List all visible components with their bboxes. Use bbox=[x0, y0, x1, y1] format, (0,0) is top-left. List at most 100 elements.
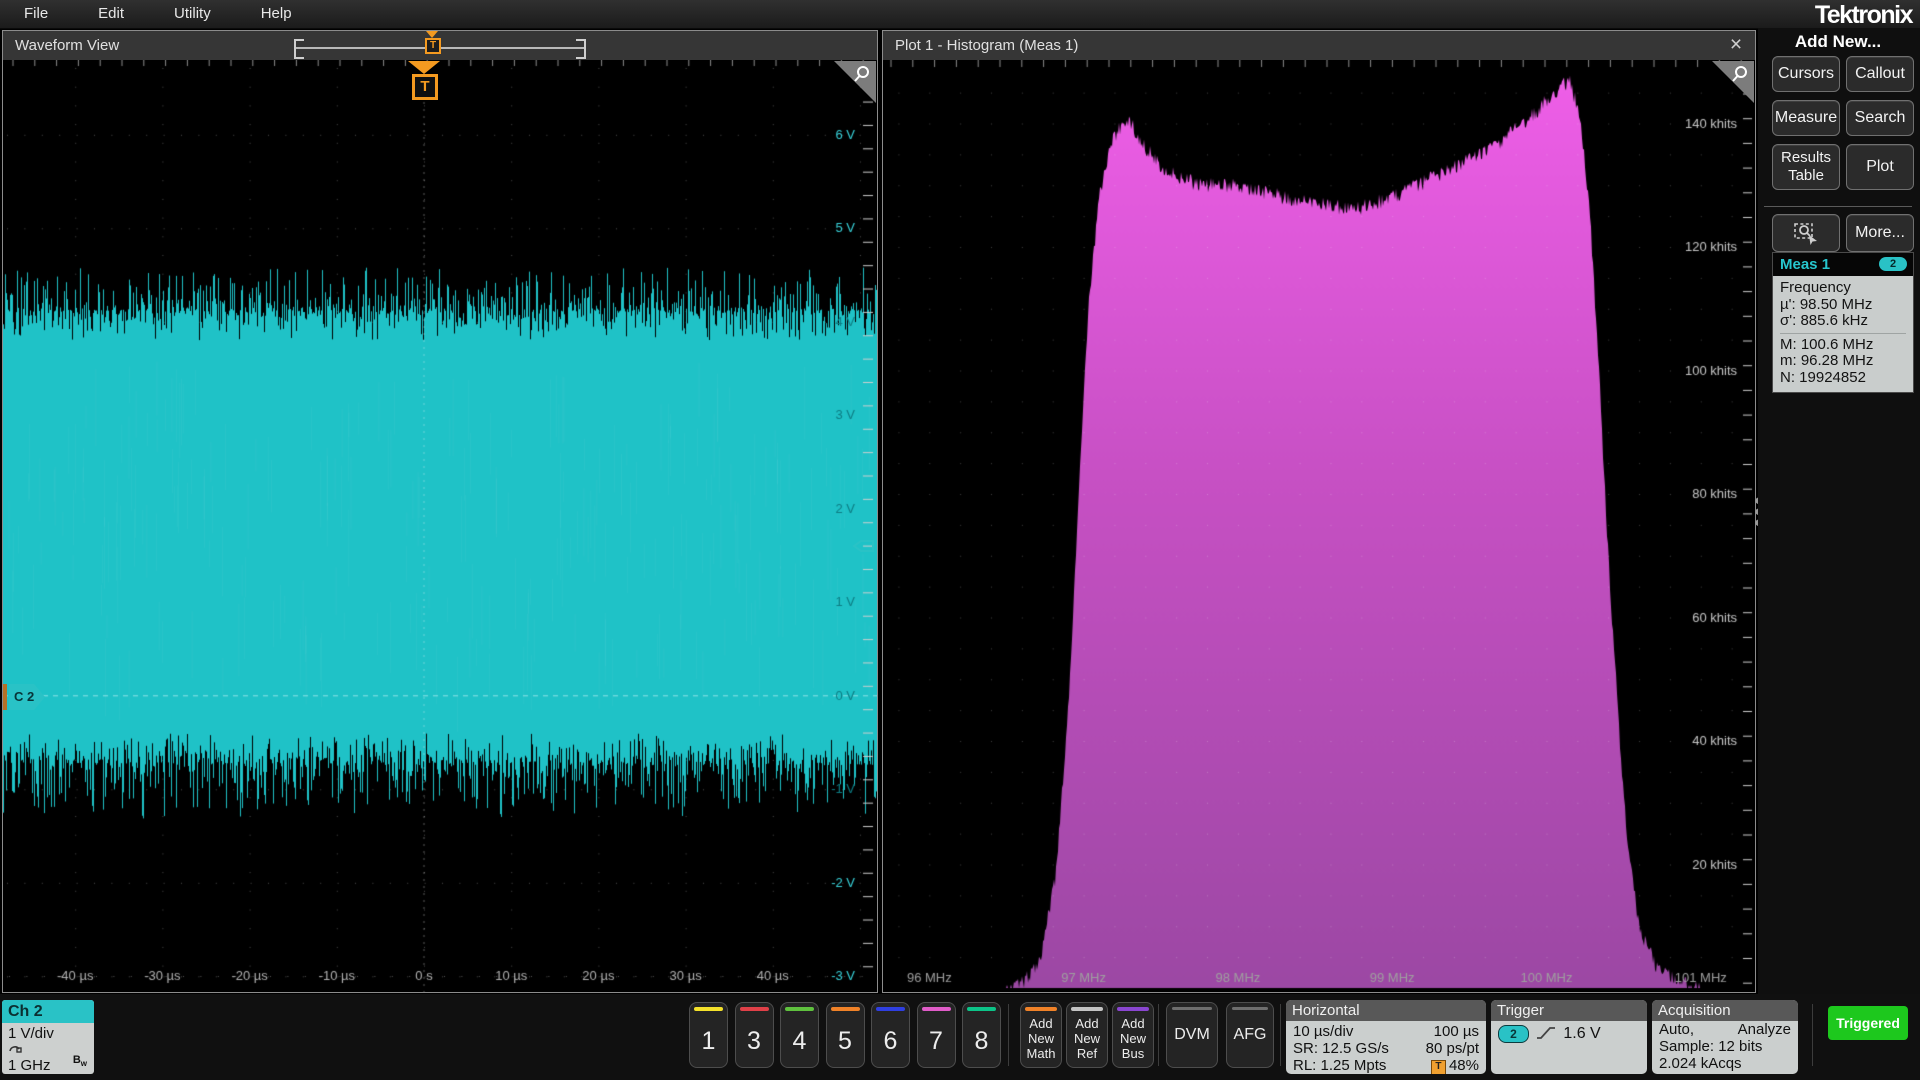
meas1-stat: µ': 98.50 MHz bbox=[1780, 297, 1906, 314]
channel-number: 1 bbox=[690, 1027, 727, 1056]
meas1-stats-bottom: M: 100.6 MHzm: 96.28 MHzN: 19924852 bbox=[1780, 337, 1906, 387]
menu-help[interactable]: Help bbox=[261, 0, 292, 22]
minimap-left-bracket[interactable] bbox=[294, 39, 304, 59]
channel-1-button[interactable]: 1 bbox=[689, 1002, 728, 1068]
channel-color-stripe bbox=[922, 1007, 951, 1011]
channel-color-stripe bbox=[740, 1007, 769, 1011]
trigger-t-icon: T bbox=[412, 74, 438, 100]
channel-number: 7 bbox=[918, 1027, 955, 1056]
histogram-title: Plot 1 - Histogram (Meas 1) bbox=[895, 37, 1078, 54]
channel-number: 3 bbox=[736, 1027, 773, 1056]
channel-8-button[interactable]: 8 bbox=[962, 1002, 1001, 1068]
horizontal-value: T48% bbox=[1431, 1057, 1479, 1074]
waveform-title: Waveform View bbox=[15, 37, 119, 54]
meas1-header: Meas 1 2 bbox=[1773, 253, 1913, 276]
horizontal-title: Horizontal bbox=[1286, 1000, 1486, 1021]
channel-number: 8 bbox=[963, 1027, 1000, 1056]
dvm-label: DVM bbox=[1174, 1026, 1210, 1044]
waveform-title-bar: Waveform View T bbox=[3, 31, 877, 61]
histogram-title-bar: Plot 1 - Histogram (Meas 1) × bbox=[883, 31, 1755, 61]
trigger-source-badge: 2 bbox=[1498, 1025, 1529, 1043]
acquisition-minimap[interactable]: T bbox=[294, 31, 586, 60]
channel-2-badge[interactable]: Ch 2 1 V/div 1 GHz Bw bbox=[2, 1000, 94, 1074]
meas1-title: Meas 1 bbox=[1780, 256, 1830, 273]
menu-edit[interactable]: Edit bbox=[98, 0, 124, 22]
horizontal-value: 100 µs bbox=[1434, 1023, 1479, 1040]
button-stripe bbox=[1117, 1007, 1149, 1011]
measure-button[interactable]: Measure bbox=[1772, 100, 1840, 136]
horizontal-value: 80 ps/pt bbox=[1426, 1040, 1479, 1057]
meas1-stats-top: µ': 98.50 MHzσ': 885.6 kHz bbox=[1780, 297, 1906, 330]
meas1-body: Frequency µ': 98.50 MHzσ': 885.6 kHz M: … bbox=[1773, 276, 1913, 392]
search-button[interactable]: Search bbox=[1846, 100, 1914, 136]
magnifier-icon bbox=[852, 65, 872, 85]
channel-5-button[interactable]: 5 bbox=[826, 1002, 865, 1068]
triggered-status-badge: Triggered bbox=[1828, 1006, 1908, 1040]
separator bbox=[1280, 1004, 1281, 1066]
waveform-view-panel: Waveform View T T C 2 bbox=[2, 30, 878, 993]
trigger-caret-icon bbox=[426, 31, 438, 38]
channel-color-stripe bbox=[785, 1007, 814, 1011]
trigger-level-arrow[interactable] bbox=[851, 536, 875, 561]
plot-button[interactable]: Plot bbox=[1846, 144, 1914, 190]
horizontal-badge[interactable]: Horizontal 10 µs/div100 µsSR: 12.5 GS/s8… bbox=[1286, 1000, 1486, 1074]
trigger-caret-icon bbox=[408, 61, 440, 74]
trigger-t-icon: T bbox=[425, 38, 441, 54]
channel-edge-strip bbox=[3, 684, 7, 710]
box-zoom-button[interactable] bbox=[1772, 214, 1840, 252]
acquisition-title: Acquisition bbox=[1652, 1000, 1798, 1021]
channel-number: 4 bbox=[781, 1027, 818, 1056]
acquisition-badge[interactable]: Acquisition Auto, Analyze Sample: 12 bit… bbox=[1652, 1000, 1798, 1074]
channel-2-name: Ch 2 bbox=[2, 1000, 94, 1023]
results-table-button[interactable]: Results Table bbox=[1772, 144, 1840, 190]
more-button[interactable]: More... bbox=[1846, 214, 1914, 252]
button-label: AddNewRef bbox=[1067, 1016, 1107, 1061]
cursors-button[interactable]: Cursors bbox=[1772, 56, 1840, 92]
histogram-plot[interactable] bbox=[883, 60, 1755, 992]
close-icon[interactable]: × bbox=[1723, 31, 1749, 60]
meas1-stat: m: 96.28 MHz bbox=[1780, 353, 1906, 370]
meas1-source-badge: 2 bbox=[1879, 257, 1907, 271]
channel-6-button[interactable]: 6 bbox=[871, 1002, 910, 1068]
minimap-trigger-marker[interactable]: T bbox=[424, 33, 440, 59]
sidebar-divider bbox=[1764, 206, 1912, 207]
add-new-bus-button[interactable]: AddNewBus bbox=[1112, 1002, 1154, 1068]
dvm-button[interactable]: DVM bbox=[1166, 1002, 1218, 1068]
rising-edge-icon bbox=[1536, 1025, 1556, 1041]
channel-4-button[interactable]: 4 bbox=[780, 1002, 819, 1068]
afg-button[interactable]: AFG bbox=[1226, 1002, 1274, 1068]
channel-2-scale: 1 V/div bbox=[2, 1023, 94, 1042]
separator bbox=[1812, 1004, 1813, 1066]
channel-color-stripe bbox=[831, 1007, 860, 1011]
trigger-position-marker[interactable]: T bbox=[406, 61, 442, 109]
waveform-plot[interactable] bbox=[3, 60, 877, 992]
acq-analyze: Analyze bbox=[1738, 1021, 1791, 1038]
horizontal-rows: 10 µs/div100 µsSR: 12.5 GS/s80 ps/ptRL: … bbox=[1286, 1021, 1486, 1074]
meas1-separator bbox=[1780, 333, 1906, 334]
menu-file[interactable]: File bbox=[24, 0, 48, 22]
add-new-ref-button[interactable]: AddNewRef bbox=[1066, 1002, 1108, 1068]
add-new-math-button[interactable]: AddNewMath bbox=[1020, 1002, 1062, 1068]
menu-bar: File Edit Utility Help bbox=[0, 0, 1920, 29]
button-label: AddNewMath bbox=[1021, 1016, 1061, 1061]
meas1-stat: σ': 885.6 kHz bbox=[1780, 313, 1906, 330]
horizontal-row: 10 µs/div100 µs bbox=[1286, 1021, 1486, 1040]
meas1-badge[interactable]: Meas 1 2 Frequency µ': 98.50 MHzσ': 885.… bbox=[1772, 252, 1914, 393]
right-sidebar: Add New... Cursors Callout Measure Searc… bbox=[1758, 28, 1920, 994]
channel-3-button[interactable]: 3 bbox=[735, 1002, 774, 1068]
add-new-heading: Add New... bbox=[1758, 32, 1918, 52]
bandwidth-limit-icon: Bw bbox=[73, 1054, 87, 1068]
trigger-t-icon: T bbox=[1431, 1060, 1446, 1074]
separator bbox=[1008, 1004, 1009, 1066]
meas1-stat: M: 100.6 MHz bbox=[1780, 337, 1906, 354]
minimap-right-bracket[interactable] bbox=[576, 39, 586, 59]
box-zoom-icon bbox=[1793, 221, 1819, 245]
trigger-badge[interactable]: Trigger 2 1.6 V bbox=[1491, 1000, 1647, 1074]
horizontal-value: RL: 1.25 Mpts bbox=[1293, 1057, 1386, 1074]
menu-utility[interactable]: Utility bbox=[174, 0, 211, 22]
channel-number: 5 bbox=[827, 1027, 864, 1056]
histogram-panel: Plot 1 - Histogram (Meas 1) × bbox=[882, 30, 1756, 993]
trigger-level: 1.6 V bbox=[1563, 1025, 1600, 1042]
channel-7-button[interactable]: 7 bbox=[917, 1002, 956, 1068]
callout-button[interactable]: Callout bbox=[1846, 56, 1914, 92]
